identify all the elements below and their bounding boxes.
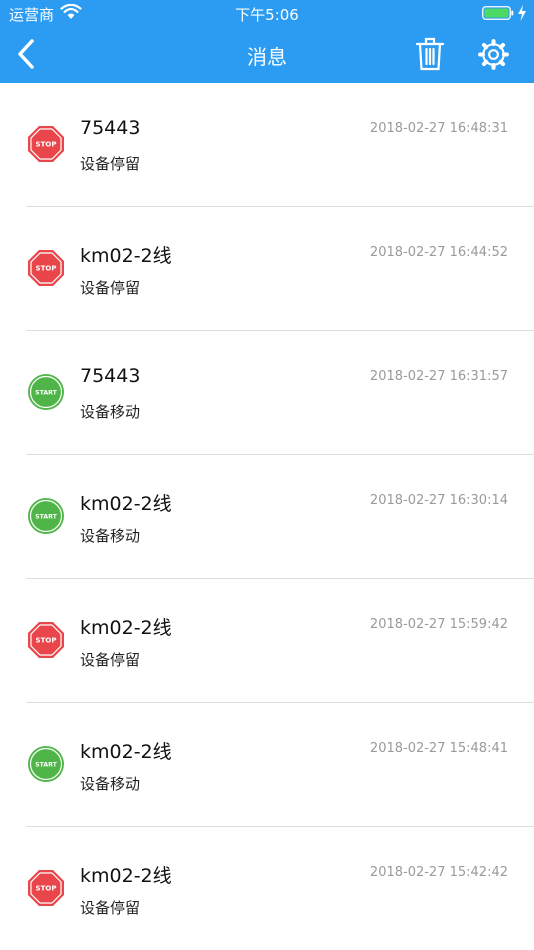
status-badge-label: START [35,514,57,521]
battery-icon [482,6,514,20]
page-title: 消息 [247,45,287,69]
wifi-icon [60,4,82,19]
message-time: 2018-02-27 15:59:42 [369,617,508,632]
event-description: 设备停留 [80,279,141,297]
device-name: km02-2线 [80,741,172,763]
status-badge-label: STOP [36,637,57,645]
status-badge-label: START [35,762,57,769]
start-circle-icon: START [28,498,64,534]
event-description: 设备移动 [80,775,141,793]
status-bar: 运营商 下午5:06 [0,0,534,26]
device-name: km02-2线 [80,245,172,267]
message-time: 2018-02-27 15:48:41 [369,741,508,756]
message-time: 2018-02-27 16:31:57 [369,369,508,384]
status-badge-label: STOP [36,265,57,273]
event-description: 设备停留 [80,155,141,173]
message-list[interactable]: STOP 75443 2018-02-27 16:48:31 设备停留 STOP… [0,83,534,950]
stop-sign-icon: STOP [28,870,64,906]
stop-sign-icon: STOP [28,126,64,162]
chevron-left-icon [18,39,34,69]
message-time: 2018-02-27 15:42:42 [369,865,508,880]
status-badge-label: START [35,390,57,397]
gear-icon [478,39,509,70]
device-name: 75443 [80,365,141,387]
event-description: 设备停留 [80,899,141,917]
message-row[interactable]: START 75443 2018-02-27 16:31:57 设备移动 [0,331,534,455]
event-description: 设备停留 [80,651,141,669]
message-time: 2018-02-27 16:30:14 [369,493,508,508]
device-name: km02-2线 [80,865,172,887]
stop-sign-icon: STOP [28,250,64,286]
start-circle-icon: START [28,374,64,410]
carrier-label: 运营商 [9,6,55,24]
status-badge-label: STOP [36,885,57,893]
message-row[interactable]: START km02-2线 2018-02-27 16:30:14 设备移动 [0,455,534,579]
device-name: km02-2线 [80,493,172,515]
nav-bar: 消息 [0,26,534,83]
message-row[interactable]: STOP 75443 2018-02-27 16:48:31 设备停留 [0,83,534,207]
message-row[interactable]: STOP km02-2线 2018-02-27 15:59:42 设备停留 [0,579,534,703]
message-row[interactable]: START km02-2线 2018-02-27 15:48:41 设备移动 [0,703,534,827]
stop-sign-icon: STOP [28,622,64,658]
start-circle-icon: START [28,746,64,782]
charging-bolt-icon [518,5,526,21]
trash-icon [416,37,444,71]
device-name: 75443 [80,117,141,139]
app-header: 运营商 下午5:06 消息 [0,0,534,83]
settings-button[interactable] [477,38,510,71]
message-row[interactable]: STOP km02-2线 2018-02-27 16:44:52 设备停留 [0,207,534,331]
event-description: 设备移动 [80,527,141,545]
device-name: km02-2线 [80,617,172,639]
back-button[interactable] [12,36,42,72]
message-time: 2018-02-27 16:48:31 [369,121,508,136]
delete-button[interactable] [416,37,444,71]
message-time: 2018-02-27 16:44:52 [369,245,508,260]
message-row[interactable]: STOP km02-2线 2018-02-27 15:42:42 设备停留 [0,827,534,950]
status-badge-label: STOP [36,141,57,149]
event-description: 设备移动 [80,403,141,421]
